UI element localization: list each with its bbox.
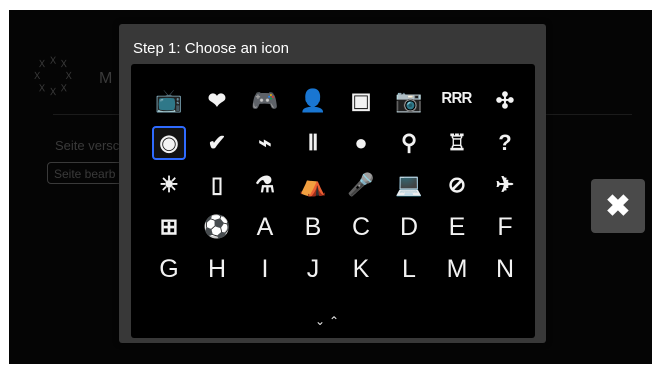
icon-cell-ball-icon[interactable]: ⚽ — [193, 206, 241, 248]
column-icon: Ⅱ — [307, 130, 319, 155]
letter-i: I — [261, 254, 269, 283]
letter-m: M — [446, 254, 468, 283]
icon-cell-heart-icon[interactable]: ❤ — [193, 80, 241, 122]
letter-c: C — [351, 212, 371, 241]
letter-f: F — [497, 212, 513, 241]
icon-cell-no-entry-icon[interactable]: ⊘ — [433, 164, 481, 206]
icon-cell-letter-j[interactable]: J — [289, 248, 337, 290]
letter-d: D — [399, 212, 419, 241]
icon-cell-letter-k[interactable]: K — [337, 248, 385, 290]
icon-cell-rocket-icon[interactable]: ✈ — [481, 164, 529, 206]
close-button[interactable]: ✖ — [591, 179, 645, 233]
scroll-arrows-icon[interactable]: ⌄⌃ — [315, 314, 343, 328]
cloche-icon: ⛺ — [299, 172, 327, 197]
letter-b: B — [304, 212, 322, 241]
icon-cell-letter-m[interactable]: M — [433, 248, 481, 290]
letter-l: L — [402, 254, 416, 283]
dialog-title: Step 1: Choose an icon — [133, 40, 289, 57]
checkmark-icon: ✔ — [207, 130, 227, 155]
picture-frame-icon: ▣ — [350, 88, 372, 113]
microphone-icon: 🎤 — [347, 172, 375, 197]
background-label: Seite versc — [55, 138, 120, 153]
icon-cell-letter-b[interactable]: B — [289, 206, 337, 248]
icon-cell-laptop-icon[interactable]: 💻 — [385, 164, 433, 206]
icon-cell-letter-f[interactable]: F — [481, 206, 529, 248]
icon-cell-first-aid-icon[interactable]: ⊞ — [145, 206, 193, 248]
icon-cell-camera-icon[interactable]: 📷 — [385, 80, 433, 122]
icon-cell-robot-icon[interactable]: ♖ — [433, 122, 481, 164]
icon-picker-dialog: Step 1: Choose an icon 📺 ❤ 🎮 👤 ▣ 📷 ᴿᴿᴿ ✣ ◉ ✔ ⌁ Ⅱ ● ⚲ ♖… — [119, 24, 546, 343]
heart-icon: ❤ — [207, 88, 227, 113]
icon-cell-remote-icon[interactable]: ▯ — [193, 164, 241, 206]
desk-lamp-icon: ⚲ — [400, 130, 418, 155]
camera-icon: 📷 — [395, 88, 423, 113]
icon-cell-letter-d[interactable]: D — [385, 206, 433, 248]
icon-cell-flask-icon[interactable]: ⚗ — [241, 164, 289, 206]
letter-j: J — [306, 254, 320, 283]
icon-cell-column-icon[interactable]: Ⅱ — [289, 122, 337, 164]
letter-g: G — [159, 254, 179, 283]
robot-icon: ♖ — [447, 130, 467, 155]
sunrise-icon: ☀ — [159, 172, 179, 197]
remote-icon: ▯ — [210, 172, 224, 197]
close-icon: ✖ — [605, 189, 631, 223]
letter-n: N — [495, 254, 515, 283]
icon-cell-picture-frame-icon[interactable]: ▣ — [337, 80, 385, 122]
icon-cell-person-icon[interactable]: 👤 — [289, 80, 337, 122]
icon-cell-question-icon[interactable]: ? — [481, 122, 529, 164]
clover-icon: ✣ — [495, 88, 515, 113]
disc-icon: ● — [354, 130, 368, 155]
first-aid-icon: ⊞ — [159, 214, 179, 239]
no-entry-icon: ⊘ — [447, 172, 467, 197]
phone-dial-icon: ◉ — [159, 130, 179, 155]
plug-icon: ⌁ — [258, 130, 272, 155]
icon-cell-letter-h[interactable]: H — [193, 248, 241, 290]
question-icon: ? — [498, 130, 512, 155]
icon-cell-letter-l[interactable]: L — [385, 248, 433, 290]
icon-cell-letter-e[interactable]: E — [433, 206, 481, 248]
icon-cell-phone-dial-icon[interactable]: ◉ — [145, 122, 193, 164]
group-icon: ᴿᴿᴿ — [441, 88, 473, 113]
icon-cell-microphone-icon[interactable]: 🎤 — [337, 164, 385, 206]
gamepad-icon: 🎮 — [251, 88, 279, 113]
ball-icon: ⚽ — [203, 214, 231, 239]
icon-cell-disc-icon[interactable]: ● — [337, 122, 385, 164]
letter-h: H — [207, 254, 227, 283]
icon-cell-sunrise-icon[interactable]: ☀ — [145, 164, 193, 206]
icon-cell-clover-icon[interactable]: ✣ — [481, 80, 529, 122]
icon-cell-desk-lamp-icon[interactable]: ⚲ — [385, 122, 433, 164]
icon-cell-plug-icon[interactable]: ⌁ — [241, 122, 289, 164]
person-icon: 👤 — [299, 88, 327, 113]
app-title: M — [99, 70, 113, 87]
icon-cell-letter-i[interactable]: I — [241, 248, 289, 290]
icon-cell-letter-g[interactable]: G — [145, 248, 193, 290]
icon-cell-checkmark-icon[interactable]: ✔ — [193, 122, 241, 164]
selection-highlight: ◉ — [152, 126, 186, 160]
icon-cell-cloche-icon[interactable]: ⛺ — [289, 164, 337, 206]
icon-cell-letter-n[interactable]: N — [481, 248, 529, 290]
letter-a: A — [256, 212, 274, 241]
letter-k: K — [352, 254, 370, 283]
icon-cell-letter-c[interactable]: C — [337, 206, 385, 248]
rocket-icon: ✈ — [495, 172, 515, 197]
tv-icon: 📺 — [155, 88, 183, 113]
flask-icon: ⚗ — [255, 172, 275, 197]
icon-grid-panel: 📺 ❤ 🎮 👤 ▣ 📷 ᴿᴿᴿ ✣ ◉ ✔ ⌁ Ⅱ ● ⚲ ♖? ☀ ▯ ⚗ ⛺ 🎤 💻 ⊘ ✈ ⊞ ⚽ A B C D E F G H I J K L… — [131, 64, 535, 338]
icon-cell-group-icon[interactable]: ᴿᴿᴿ — [433, 80, 481, 122]
icon-cell-gamepad-icon[interactable]: 🎮 — [241, 80, 289, 122]
icon-grid: 📺 ❤ 🎮 👤 ▣ 📷 ᴿᴿᴿ ✣ ◉ ✔ ⌁ Ⅱ ● ⚲ ♖? ☀ ▯ ⚗ ⛺ 🎤 💻 ⊘ ✈ ⊞ ⚽ A B C D E F G H I J K L… — [145, 80, 529, 290]
icon-cell-letter-a[interactable]: A — [241, 206, 289, 248]
letter-e: E — [448, 212, 466, 241]
icon-cell-tv-icon[interactable]: 📺 — [145, 80, 193, 122]
laptop-icon: 💻 — [395, 172, 423, 197]
